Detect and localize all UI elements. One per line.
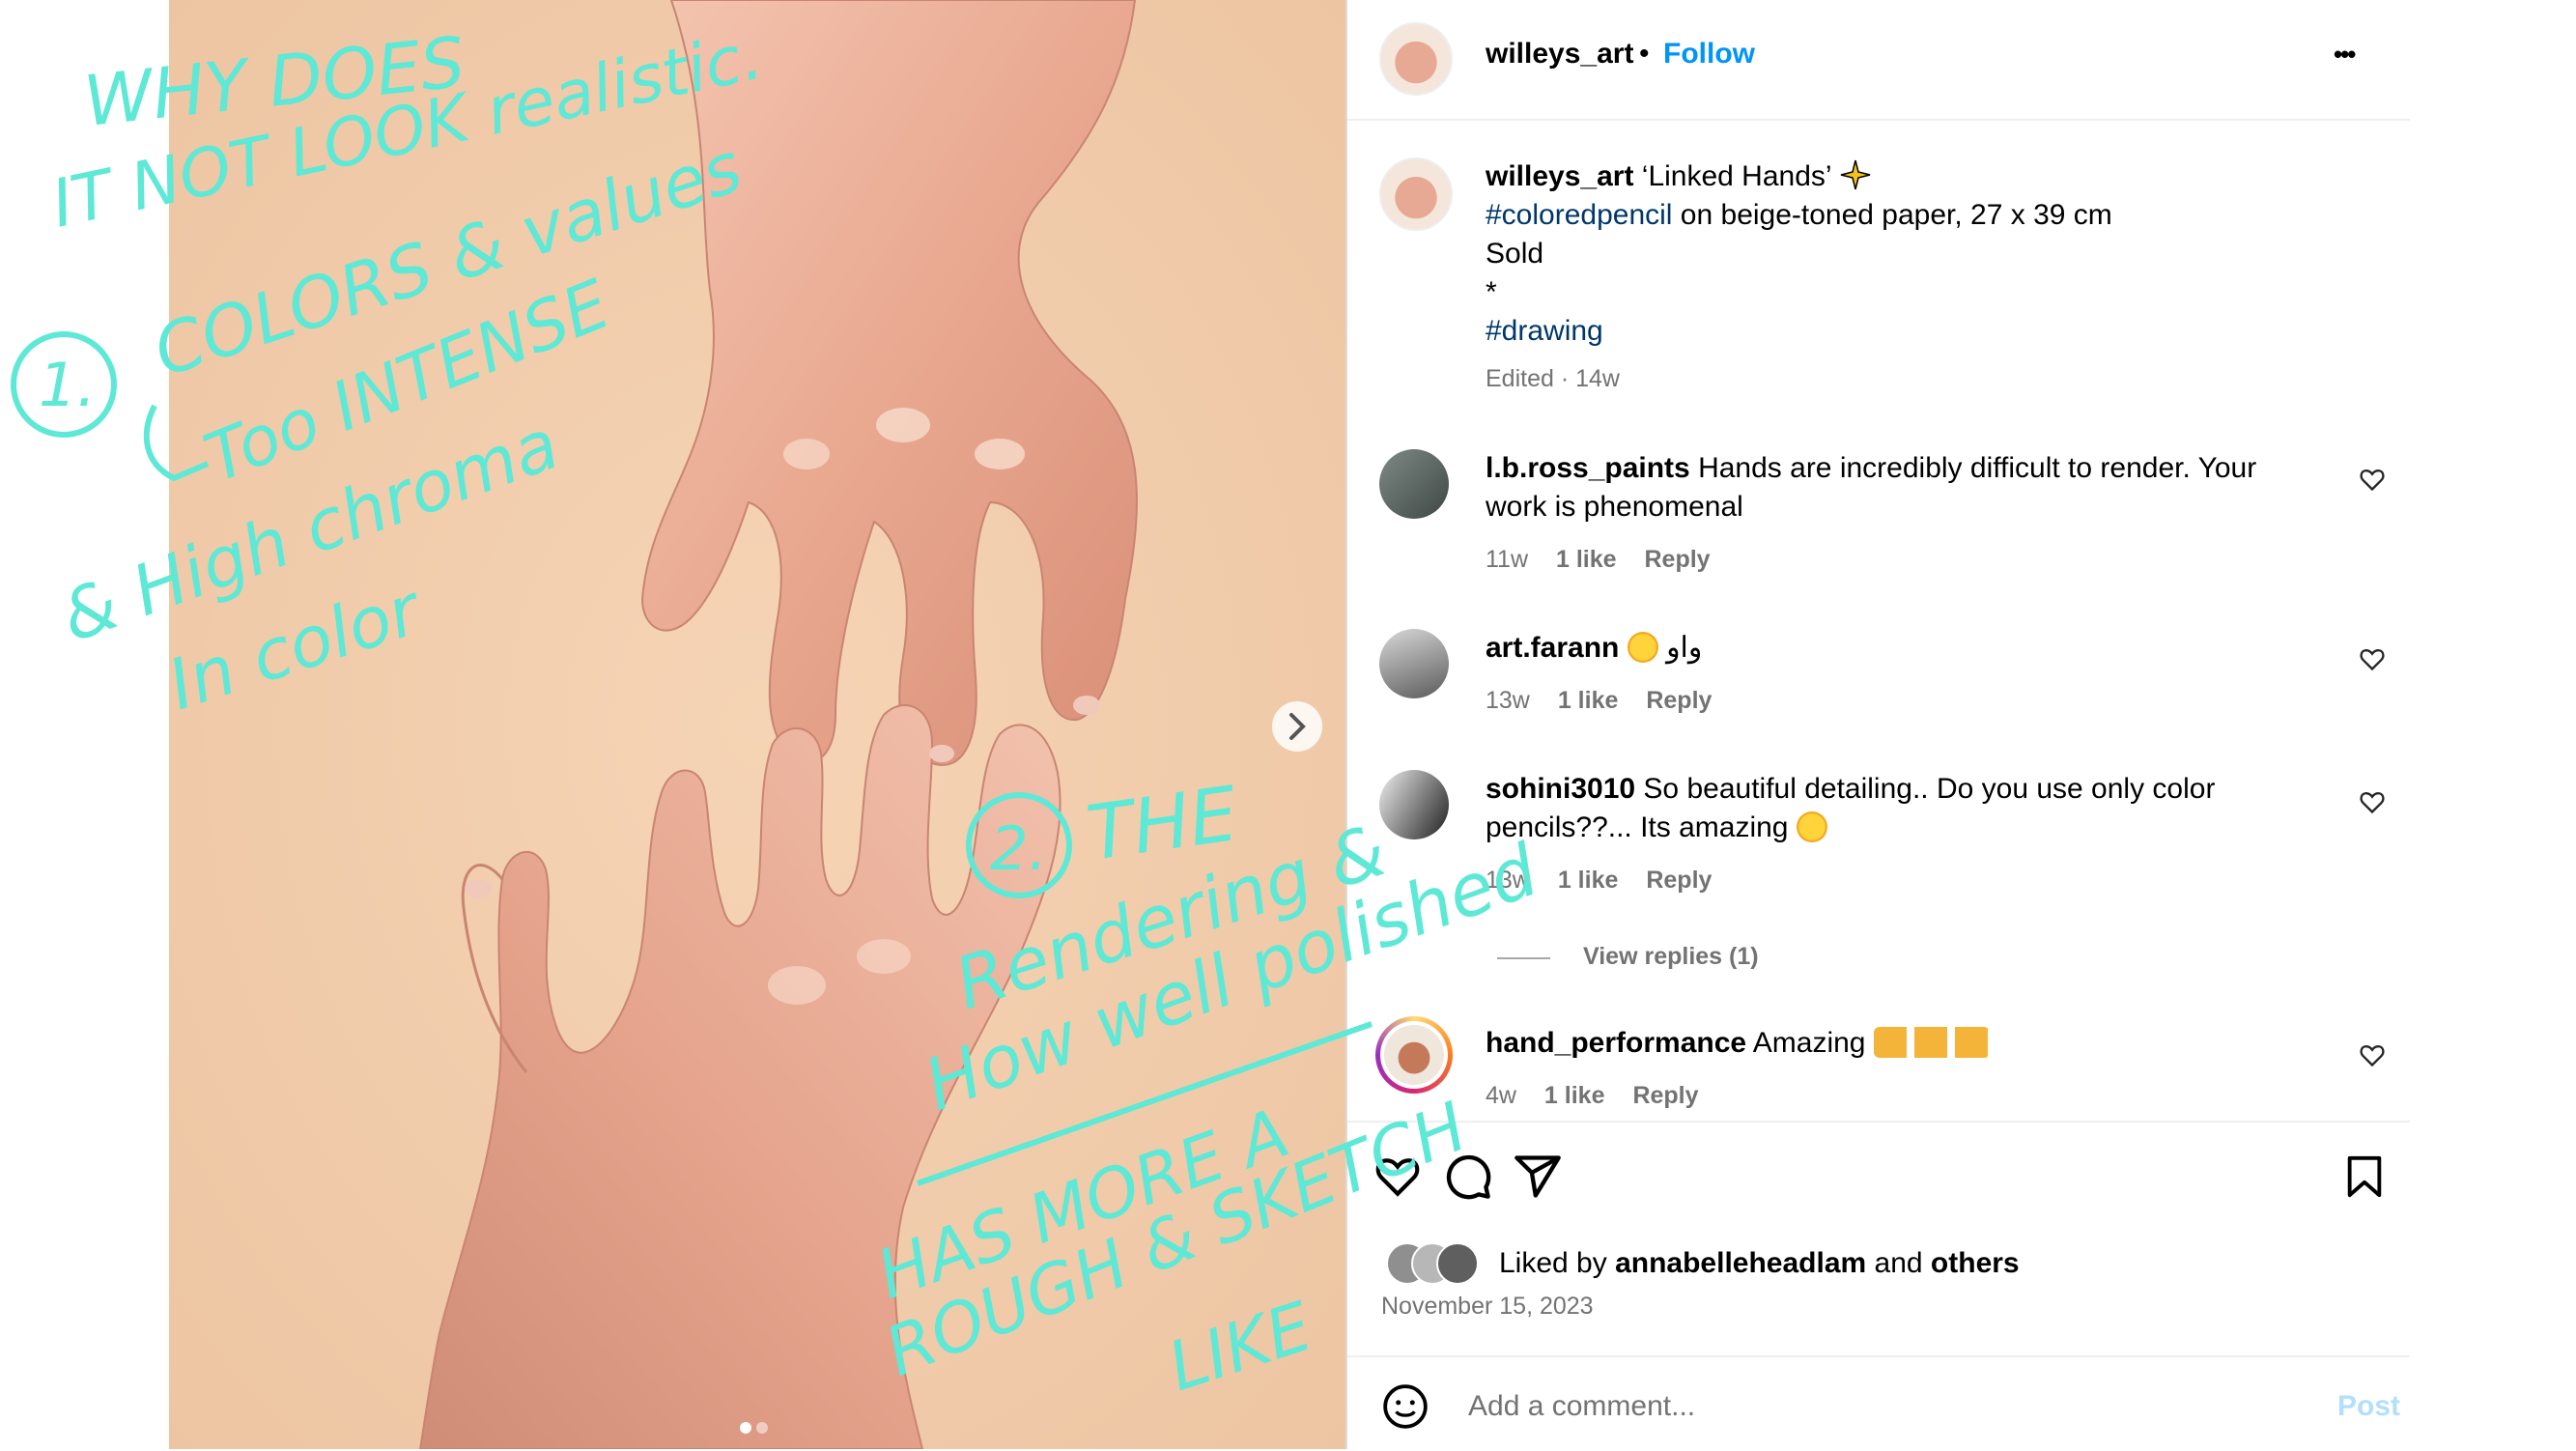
hashtag-drawing[interactable]: #drawing [1486, 312, 1603, 351]
caption-medium: on beige-toned paper, 27 x 39 cm [1672, 199, 2112, 231]
comment-age: 13w [1486, 687, 1530, 714]
comment-likes[interactable]: 1 like [1558, 687, 1619, 714]
comment-like-icon[interactable] [2359, 645, 2386, 672]
post-header: willeys_art • Follow ••• [1347, 0, 2410, 121]
comment-reply-button[interactable]: Reply [1646, 687, 1712, 714]
liked-by-and: and [1866, 1247, 1931, 1279]
comment-username[interactable]: sohini3010 [1486, 773, 1635, 805]
caption-line-1: #coloredpencil on beige-toned paper, 27 … [1486, 196, 2112, 235]
comment-body-cont: pencils??... Its amazing [1486, 811, 1789, 843]
liked-by-others[interactable]: others [1931, 1247, 2020, 1279]
carousel-dot [756, 1422, 768, 1434]
post-sidebar: willeys_art • Follow ••• willeys_art ‘Li… [1347, 0, 2410, 1449]
comment-avatar[interactable] [1379, 449, 1449, 519]
hashtag-coloredpencil[interactable]: #coloredpencil [1486, 199, 1672, 231]
caption-title: ‘Linked Hands’ [1641, 160, 1831, 192]
caption-edited: Edited · 14w [1486, 365, 1620, 392]
sparkles-icon [1839, 158, 1872, 191]
caption-line-2: Sold [1486, 238, 1544, 270]
heart-eyes-emoji-icon [1796, 811, 1827, 842]
view-replies-button[interactable]: View replies (1) [1583, 943, 1759, 971]
carousel-next-button[interactable] [1272, 701, 1322, 752]
like-heart-icon[interactable] [1372, 1152, 1424, 1200]
comment-text: l.b.ross_paints Hands are incredibly dif… [1486, 449, 2256, 488]
comment-meta: 13w 1 like Reply [1486, 867, 1712, 895]
add-comment-bar: Add a comment... Post [1347, 1355, 2410, 1451]
liked-by-user[interactable]: annabelleheadlam [1615, 1247, 1866, 1279]
comment-username[interactable]: hand_performance [1486, 1027, 1746, 1059]
caption-line-title: willeys_art ‘Linked Hands’ [1486, 157, 1872, 196]
author-avatar[interactable] [1379, 22, 1453, 96]
hands-artwork [169, 0, 1345, 1449]
comment-reply-button[interactable]: Reply [1646, 867, 1712, 894]
story-avatar[interactable] [1375, 1016, 1453, 1094]
post-image[interactable] [169, 0, 1345, 1449]
carousel-dot-active [740, 1422, 751, 1434]
comment-body: واو [1666, 632, 1703, 664]
comment-bubble-icon[interactable] [1443, 1152, 1493, 1202]
more-options-icon[interactable]: ••• [2334, 35, 2356, 73]
heart-eyes-emoji-icon [1627, 632, 1658, 663]
emoji-picker-icon[interactable] [1381, 1382, 1430, 1431]
liked-by-prefix: Liked by [1499, 1247, 1616, 1279]
post-actions-bar: Liked by annabelleheadlam and others Nov… [1347, 1121, 2410, 1320]
comment-body: Hands are incredibly difficult to render… [1698, 452, 2257, 484]
comment-text-cont: pencils??... Its amazing [1486, 809, 1827, 847]
comment-body: Amazing [1752, 1027, 1866, 1059]
comment-meta: 4w 1 like Reply [1486, 1082, 1699, 1110]
caption-username[interactable]: willeys_art [1486, 160, 1633, 192]
comment-likes[interactable]: 1 like [1556, 546, 1617, 573]
post-comment-button[interactable]: Post [2337, 1387, 2400, 1426]
comment-username[interactable]: art.farann [1486, 632, 1619, 664]
comment-reply-button[interactable]: Reply [1632, 1082, 1698, 1109]
comment-like-icon[interactable] [2359, 466, 2386, 493]
post-author-username[interactable]: willeys_art [1486, 35, 1633, 73]
comment-age: 4w [1486, 1082, 1516, 1109]
caption-avatar[interactable] [1379, 157, 1453, 231]
comment-likes[interactable]: 1 like [1558, 867, 1619, 894]
comment-like-icon[interactable] [2359, 1041, 2386, 1068]
share-send-icon[interactable] [1512, 1152, 1564, 1202]
comment-text: sohini3010 So beautiful detailing.. Do y… [1486, 770, 2215, 809]
comment-age: 13w [1486, 867, 1530, 894]
raising-hands-emoji-icon [1873, 1027, 1990, 1058]
liked-by-avatars [1386, 1242, 1483, 1285]
comment-body: So beautiful detailing.. Do you use only… [1643, 773, 2216, 805]
comment-username[interactable]: l.b.ross_paints [1486, 452, 1690, 484]
comment-likes[interactable]: 1 like [1544, 1082, 1605, 1109]
comment-meta: 13w 1 like Reply [1486, 687, 1712, 715]
comment-text: art.farann واو [1486, 629, 1702, 668]
comment-meta: 11w 1 like Reply [1486, 546, 1711, 574]
save-bookmark-icon[interactable] [2342, 1152, 2387, 1202]
comment-like-icon[interactable] [2359, 788, 2386, 815]
comment-reply-button[interactable]: Reply [1644, 546, 1710, 573]
annotation-circle-1 [11, 331, 117, 438]
follow-button[interactable]: Follow [1663, 35, 1755, 73]
liked-by-text: Liked by annabelleheadlam and others [1499, 1244, 2020, 1283]
comment-avatar[interactable] [1379, 629, 1449, 698]
view-replies-line [1497, 957, 1550, 959]
separator-dot: • [1639, 38, 1650, 70]
comment-text: hand_performance Amazing [1486, 1024, 1990, 1063]
annotation-text: 1. [39, 350, 96, 420]
comment-text-cont: work is phenomenal [1486, 491, 1743, 523]
caption-line-3: * [1486, 276, 1497, 308]
post-date: November 15, 2023 [1381, 1293, 1594, 1320]
comment-avatar[interactable] [1379, 770, 1449, 839]
comment-age: 11w [1486, 546, 1529, 573]
comment-input[interactable]: Add a comment... [1468, 1387, 1695, 1426]
